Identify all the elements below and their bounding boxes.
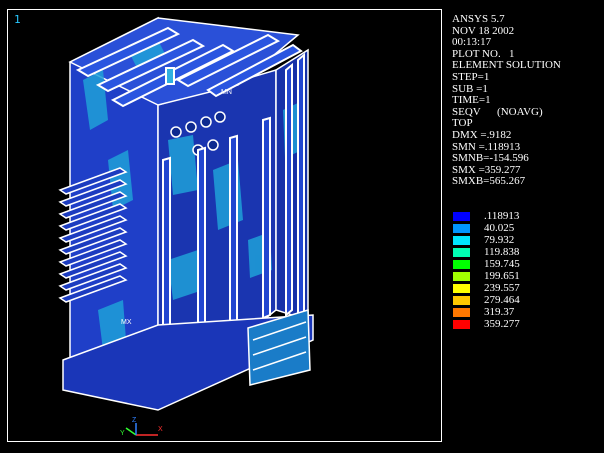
info-line: STEP=1 [452, 70, 490, 83]
legend-entry: 159.745 [453, 259, 593, 271]
legend-swatch [453, 260, 470, 269]
info-line: SMXB=565.267 [452, 175, 526, 188]
fea-model-plot: MN MX Y X Z [58, 16, 314, 437]
legend-swatch [453, 272, 470, 281]
max-marker: MX [121, 319, 132, 326]
svg-text:Z: Z [132, 417, 137, 424]
svg-text:X: X [158, 426, 163, 433]
legend-entry: 40.025 [453, 223, 593, 235]
svg-text:Y: Y [120, 430, 125, 437]
info-line: TIME=1 [452, 94, 491, 107]
legend-entry: .118913 [453, 211, 593, 223]
graphics-viewport[interactable]: 1 MN MX Y X Z [7, 9, 442, 442]
legend-entry: 279.464 [453, 295, 593, 307]
legend-swatch [453, 296, 470, 305]
info-line: SMNB=-154.596 [452, 152, 529, 165]
legend-label: 79.932 [484, 234, 515, 246]
min-marker: MN [221, 89, 232, 96]
legend-entry: 319.37 [453, 307, 593, 319]
info-line: DMX =.9182 [452, 128, 512, 141]
legend-label: 279.464 [484, 294, 520, 306]
legend-entry: 199.651 [453, 271, 593, 283]
legend-swatch [453, 236, 470, 245]
legend-label: 319.37 [484, 306, 515, 318]
legend-label: .118913 [484, 210, 520, 222]
legend-label: 239.557 [484, 282, 520, 294]
legend-entry: 119.838 [453, 247, 593, 259]
legend-entry: 359.277 [453, 319, 593, 331]
legend-label: 159.745 [484, 258, 520, 270]
legend-label: 119.838 [484, 246, 520, 258]
legend-label: 40.025 [484, 222, 515, 234]
legend-entry: 79.932 [453, 235, 593, 247]
legend-swatch [453, 308, 470, 317]
legend-swatch [453, 212, 470, 221]
legend-label: 359.277 [484, 318, 520, 330]
legend-swatch [453, 248, 470, 257]
legend-swatch [453, 320, 470, 329]
legend-swatch [453, 224, 470, 233]
legend-label: 199.651 [484, 270, 520, 282]
info-line: ANSYS 5.7 [452, 13, 505, 25]
solution-info-panel: ANSYS 5.7 NOV 18 2002 00:13:17 PLOT NO. 1 EL… [452, 13, 561, 188]
legend-swatch [453, 284, 470, 293]
legend-entry: 239.557 [453, 283, 593, 295]
axis-triad: Y X Z [120, 417, 163, 437]
